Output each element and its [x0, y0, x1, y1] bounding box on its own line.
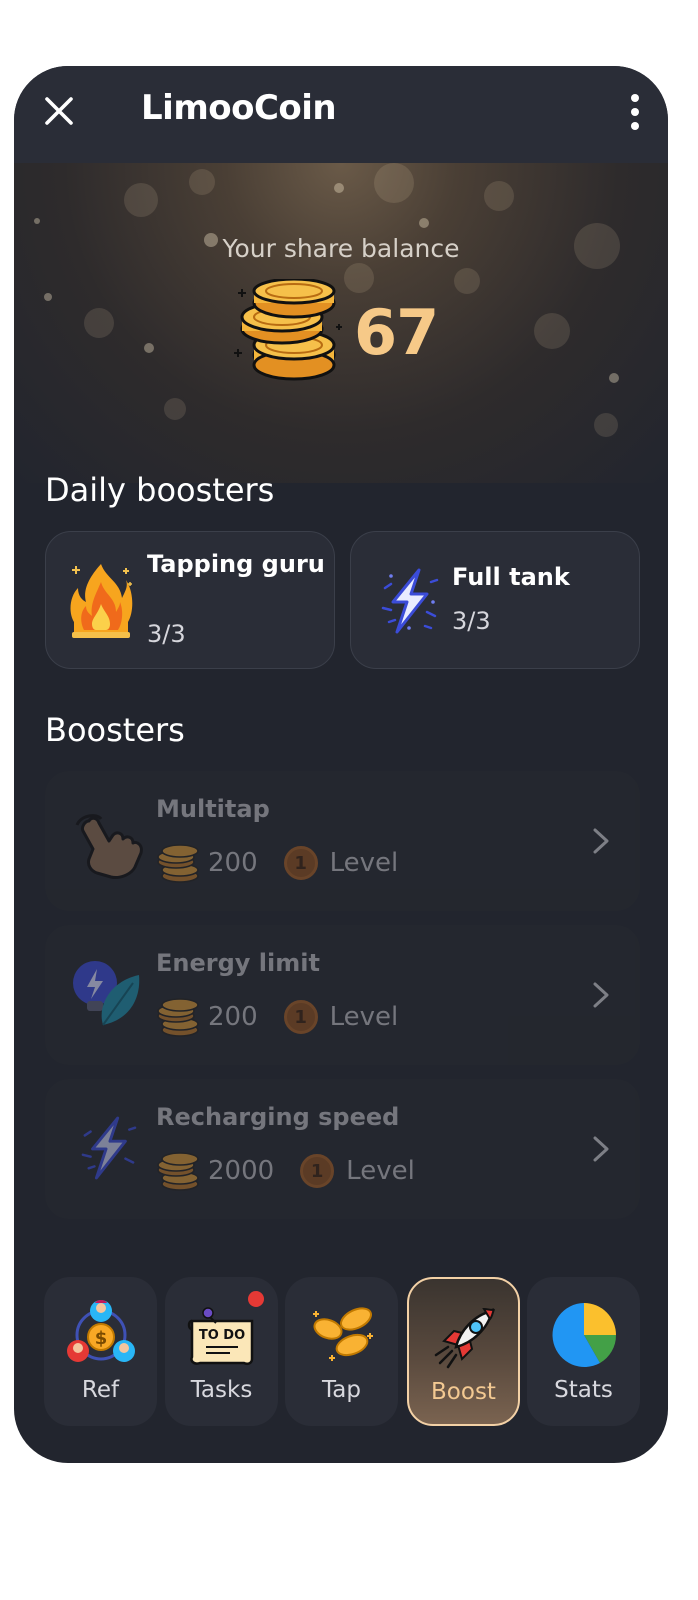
daily-booster-name: Full tank [452, 563, 570, 591]
chevron-right-icon [593, 828, 609, 854]
booster-level-label: Level [329, 1002, 399, 1032]
rocket-icon [434, 1307, 495, 1369]
daily-booster-name: Tapping guru [147, 550, 325, 578]
chevron-right-icon [593, 1136, 609, 1162]
close-icon[interactable] [42, 94, 76, 128]
booster-meta: 200 1 Level [156, 843, 398, 883]
daily-booster-tapping-guru[interactable]: Tapping guru 3/3 [45, 531, 335, 669]
booster-cost: 2000 [208, 1156, 275, 1186]
booster-meta: 200 1 Level [156, 997, 398, 1037]
nav-tasks[interactable]: TO DO Tasks [165, 1277, 278, 1426]
booster-energy-limit[interactable]: Energy limit 200 1 Level [45, 925, 640, 1065]
daily-booster-count: 3/3 [452, 607, 491, 635]
level-coin-icon: 1 [283, 1000, 318, 1034]
chevron-right-icon [593, 982, 609, 1008]
more-menu-icon[interactable] [624, 94, 644, 130]
nav-label: Stats [554, 1377, 613, 1403]
referral-icon: $ [67, 1300, 135, 1362]
pie-chart-icon [552, 1303, 617, 1367]
lightning-icon [81, 1116, 137, 1180]
todo-icon: TO DO [187, 1307, 254, 1366]
nav-label: Tap [322, 1377, 361, 1403]
booster-level-label: Level [329, 848, 399, 878]
nav-tap[interactable]: Tap [285, 1277, 398, 1426]
svg-text:TO DO: TO DO [199, 1328, 245, 1343]
booster-cost: 200 [208, 1002, 258, 1032]
balance-value: 67 [354, 296, 439, 369]
tap-hand-icon [75, 814, 143, 879]
coin-stack-icon [157, 844, 199, 883]
nav-boost[interactable]: Boost [407, 1277, 520, 1426]
balance-display: 67 [232, 279, 472, 389]
booster-name: Recharging speed [156, 1103, 400, 1131]
app-window: LimooCoin Your share balance 67 Daily bo… [14, 66, 668, 1463]
top-bar: LimooCoin [14, 66, 668, 163]
nav-stats[interactable]: Stats [527, 1277, 640, 1426]
svg-text:$: $ [95, 1328, 108, 1349]
booster-level-label: Level [346, 1156, 415, 1186]
booster-name: Energy limit [156, 949, 320, 977]
booster-name: Multitap [156, 795, 270, 823]
booster-multitap[interactable]: Multitap 200 1 Level [45, 771, 640, 911]
nav-label: Boost [431, 1379, 496, 1405]
daily-boosters-title: Daily boosters [45, 471, 275, 509]
app-title: LimooCoin [141, 88, 337, 128]
nav-label: Tasks [190, 1377, 253, 1403]
coins-icon [313, 1307, 373, 1361]
balance-label: Your share balance [222, 234, 460, 263]
level-coin-icon: 1 [300, 1154, 335, 1188]
daily-booster-count: 3/3 [147, 620, 186, 648]
coin-stack-icon [157, 1152, 199, 1191]
nav-label: Ref [81, 1377, 120, 1403]
nav-ref[interactable]: $ Ref [44, 1277, 157, 1426]
booster-recharging-speed[interactable]: Recharging speed 2000 1 Level [45, 1079, 640, 1219]
coin-stack-icon [234, 279, 342, 381]
fire-icon [70, 564, 133, 638]
boosters-title: Boosters [45, 711, 185, 749]
booster-cost: 200 [208, 848, 258, 878]
notification-badge [248, 1291, 264, 1307]
daily-booster-full-tank[interactable]: Full tank 3/3 [350, 531, 640, 669]
coin-stack-icon [157, 998, 199, 1037]
bulb-leaf-icon [73, 961, 140, 1026]
level-coin-icon: 1 [283, 846, 318, 880]
booster-meta: 2000 1 Level [156, 1151, 415, 1191]
lightning-icon [381, 568, 439, 634]
